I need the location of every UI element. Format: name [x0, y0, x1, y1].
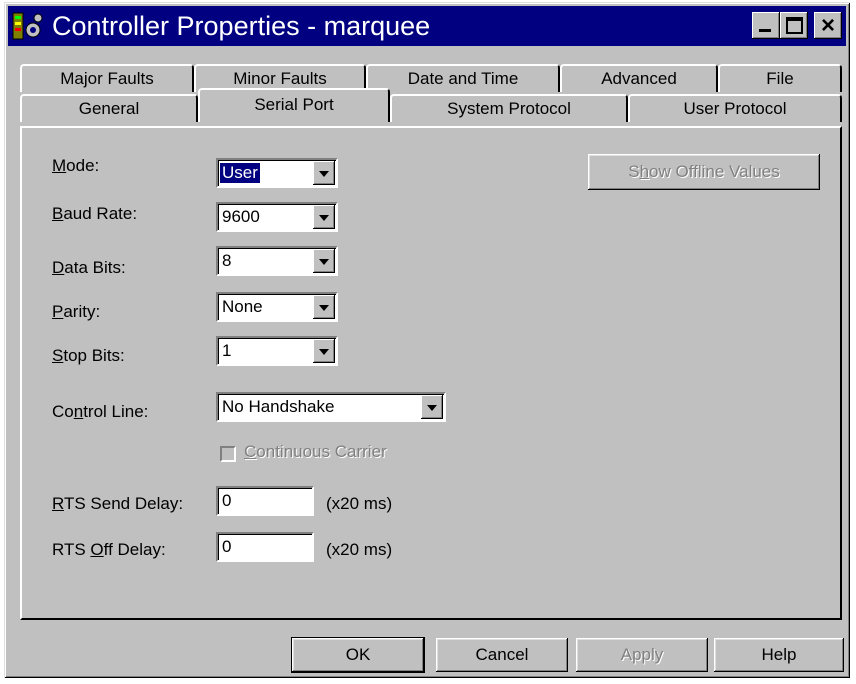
tab-user-protocol[interactable]: User Protocol	[628, 94, 842, 122]
rts-off-delay-input[interactable]: 0	[216, 532, 314, 562]
rts-off-delay-label: RTS Off Delay:	[52, 540, 166, 559]
apply-button[interactable]: Apply	[576, 638, 708, 672]
show-offline-values-button[interactable]: Show Offline Values	[588, 154, 820, 190]
data-bits-label: Data Bits:	[52, 258, 126, 277]
continuous-carrier-checkbox[interactable]	[220, 446, 236, 462]
baud-rate-label: Baud Rate:	[52, 204, 138, 223]
tab-file[interactable]: File	[718, 64, 842, 92]
maximize-button[interactable]	[780, 12, 808, 39]
rts-send-delay-unit: (x20 ms)	[326, 494, 393, 513]
rts-send-delay-label: RTS Send Delay:	[52, 494, 184, 513]
continuous-carrier-label: Continuous Carrier	[244, 442, 387, 461]
tab-serial-port[interactable]: Serial Port	[198, 88, 390, 122]
rts-send-delay-input[interactable]: 0	[216, 486, 314, 516]
mode-label: Mode:	[52, 156, 100, 175]
stop-bits-value: 1	[222, 341, 232, 360]
controller-app-icon	[12, 12, 43, 40]
chevron-down-icon[interactable]	[421, 395, 443, 419]
ok-button[interactable]: OK	[291, 637, 425, 673]
help-button[interactable]: Help	[714, 638, 844, 672]
window-title: Controller Properties - marquee	[52, 11, 431, 41]
parity-dropdown[interactable]: None	[216, 292, 338, 322]
baud-rate-value: 9600	[222, 207, 260, 226]
tab-system-protocol[interactable]: System Protocol	[390, 94, 628, 122]
close-button[interactable]: ×	[814, 12, 842, 39]
parity-value: None	[222, 297, 263, 316]
tab-major-faults[interactable]: Major Faults	[20, 64, 194, 92]
chevron-down-icon[interactable]	[313, 161, 335, 185]
stop-bits-label: Stop Bits:	[52, 346, 125, 365]
minimize-button[interactable]	[752, 12, 780, 39]
chevron-down-icon[interactable]	[313, 249, 335, 273]
control-line-value: No Handshake	[222, 397, 335, 416]
tab-general[interactable]: General	[20, 94, 198, 122]
mode-dropdown[interactable]: User	[216, 158, 338, 188]
chevron-down-icon[interactable]	[313, 339, 335, 363]
controller-properties-dialog: Controller Properties - marquee × Major …	[4, 2, 850, 678]
stop-bits-dropdown[interactable]: 1	[216, 336, 338, 366]
title-bar[interactable]: Controller Properties - marquee ×	[8, 6, 846, 46]
chevron-down-icon[interactable]	[313, 295, 335, 319]
cancel-button[interactable]: Cancel	[436, 638, 568, 672]
control-line-label: Control Line:	[52, 402, 149, 421]
rts-off-delay-unit: (x20 ms)	[326, 540, 393, 559]
tab-date-and-time[interactable]: Date and Time	[366, 64, 560, 92]
chevron-down-icon[interactable]	[313, 205, 335, 229]
data-bits-value: 8	[222, 251, 232, 270]
data-bits-dropdown[interactable]: 8	[216, 246, 338, 276]
parity-label: Parity:	[52, 302, 101, 321]
close-icon: ×	[820, 12, 835, 39]
baud-rate-dropdown[interactable]: 9600	[216, 202, 338, 232]
control-line-dropdown[interactable]: No Handshake	[216, 392, 446, 422]
mode-value: User	[220, 163, 260, 183]
tab-advanced[interactable]: Advanced	[560, 64, 718, 92]
